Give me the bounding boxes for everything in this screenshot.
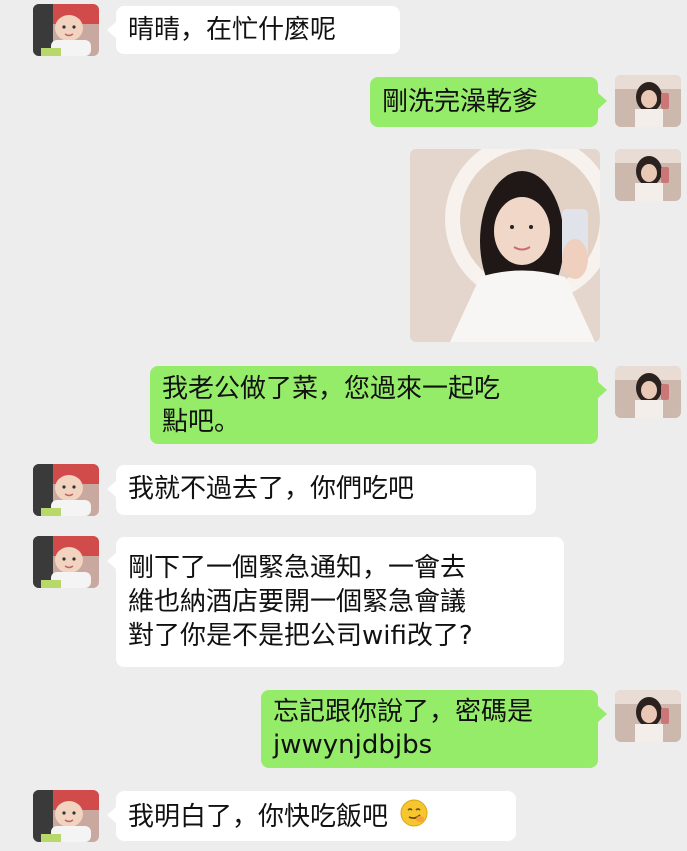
- message-text-line: 忘記跟你說了，密碼是: [273, 697, 534, 727]
- message-bubble-received[interactable]: 我就不過去了，你們吃吧: [107, 465, 536, 515]
- self-avatar[interactable]: [615, 149, 681, 201]
- woman-avatar-icon: [615, 690, 681, 742]
- message-text: 我就不過去了，你們吃吧: [128, 474, 415, 504]
- self-avatar[interactable]: [615, 75, 681, 127]
- contact-avatar[interactable]: [33, 790, 99, 842]
- message-bubble-received[interactable]: 我明白了，你快吃飯吧: [107, 791, 516, 841]
- message-text-line: 對了你是不是把公司wifi改了?: [128, 621, 473, 651]
- message-text-line: 剛下了一個緊急通知，一會去: [128, 553, 467, 583]
- contact-avatar[interactable]: [33, 536, 99, 588]
- message-image[interactable]: [410, 149, 600, 342]
- woman-avatar-icon: [615, 366, 681, 418]
- message-bubble-received[interactable]: 晴晴，在忙什麼呢: [107, 6, 400, 54]
- message-text: 晴晴，在忙什麼呢: [128, 15, 337, 45]
- baby-avatar-icon: [33, 464, 99, 516]
- smirk-emoji-icon: [400, 799, 428, 836]
- message-text: 我明白了，你快吃飯吧: [128, 802, 389, 832]
- message-bubble-sent[interactable]: 剛洗完澡乾爹: [370, 77, 607, 127]
- self-avatar[interactable]: [615, 690, 681, 742]
- baby-avatar-icon: [33, 536, 99, 588]
- message-text-line: jwwynjdbjbs: [273, 730, 433, 760]
- self-avatar[interactable]: [615, 366, 681, 418]
- woman-avatar-icon: [615, 75, 681, 127]
- message-text: 剛洗完澡乾爹: [382, 87, 539, 117]
- woman-avatar-icon: [615, 149, 681, 201]
- message-text-line: 維也納酒店要開一個緊急會議: [128, 587, 467, 617]
- message-bubble-sent[interactable]: 我老公做了菜，您過來一起吃 點吧。: [150, 366, 607, 444]
- message-bubble-sent[interactable]: 忘記跟你說了，密碼是 jwwynjdbjbs: [261, 690, 607, 768]
- baby-avatar-icon: [33, 790, 99, 842]
- contact-avatar[interactable]: [33, 4, 99, 56]
- baby-avatar-icon: [33, 4, 99, 56]
- contact-avatar[interactable]: [33, 464, 99, 516]
- message-text-line: 點吧。: [162, 407, 241, 437]
- message-text-line: 我老公做了菜，您過來一起吃: [162, 374, 501, 404]
- message-bubble-received[interactable]: 剛下了一個緊急通知，一會去 維也納酒店要開一個緊急會議 對了你是不是把公司wif…: [107, 537, 564, 667]
- selfie-photo-icon: [410, 149, 600, 342]
